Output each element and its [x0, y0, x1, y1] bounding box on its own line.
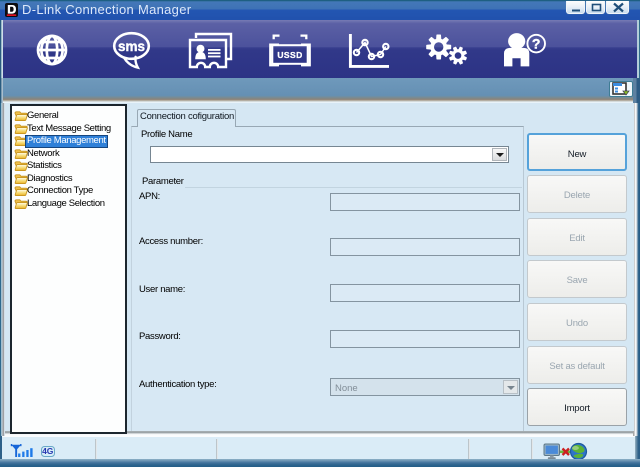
svg-text:?: ?: [532, 36, 541, 52]
svg-text:USSD: USSD: [277, 50, 302, 60]
svg-text:sms: sms: [118, 39, 145, 54]
